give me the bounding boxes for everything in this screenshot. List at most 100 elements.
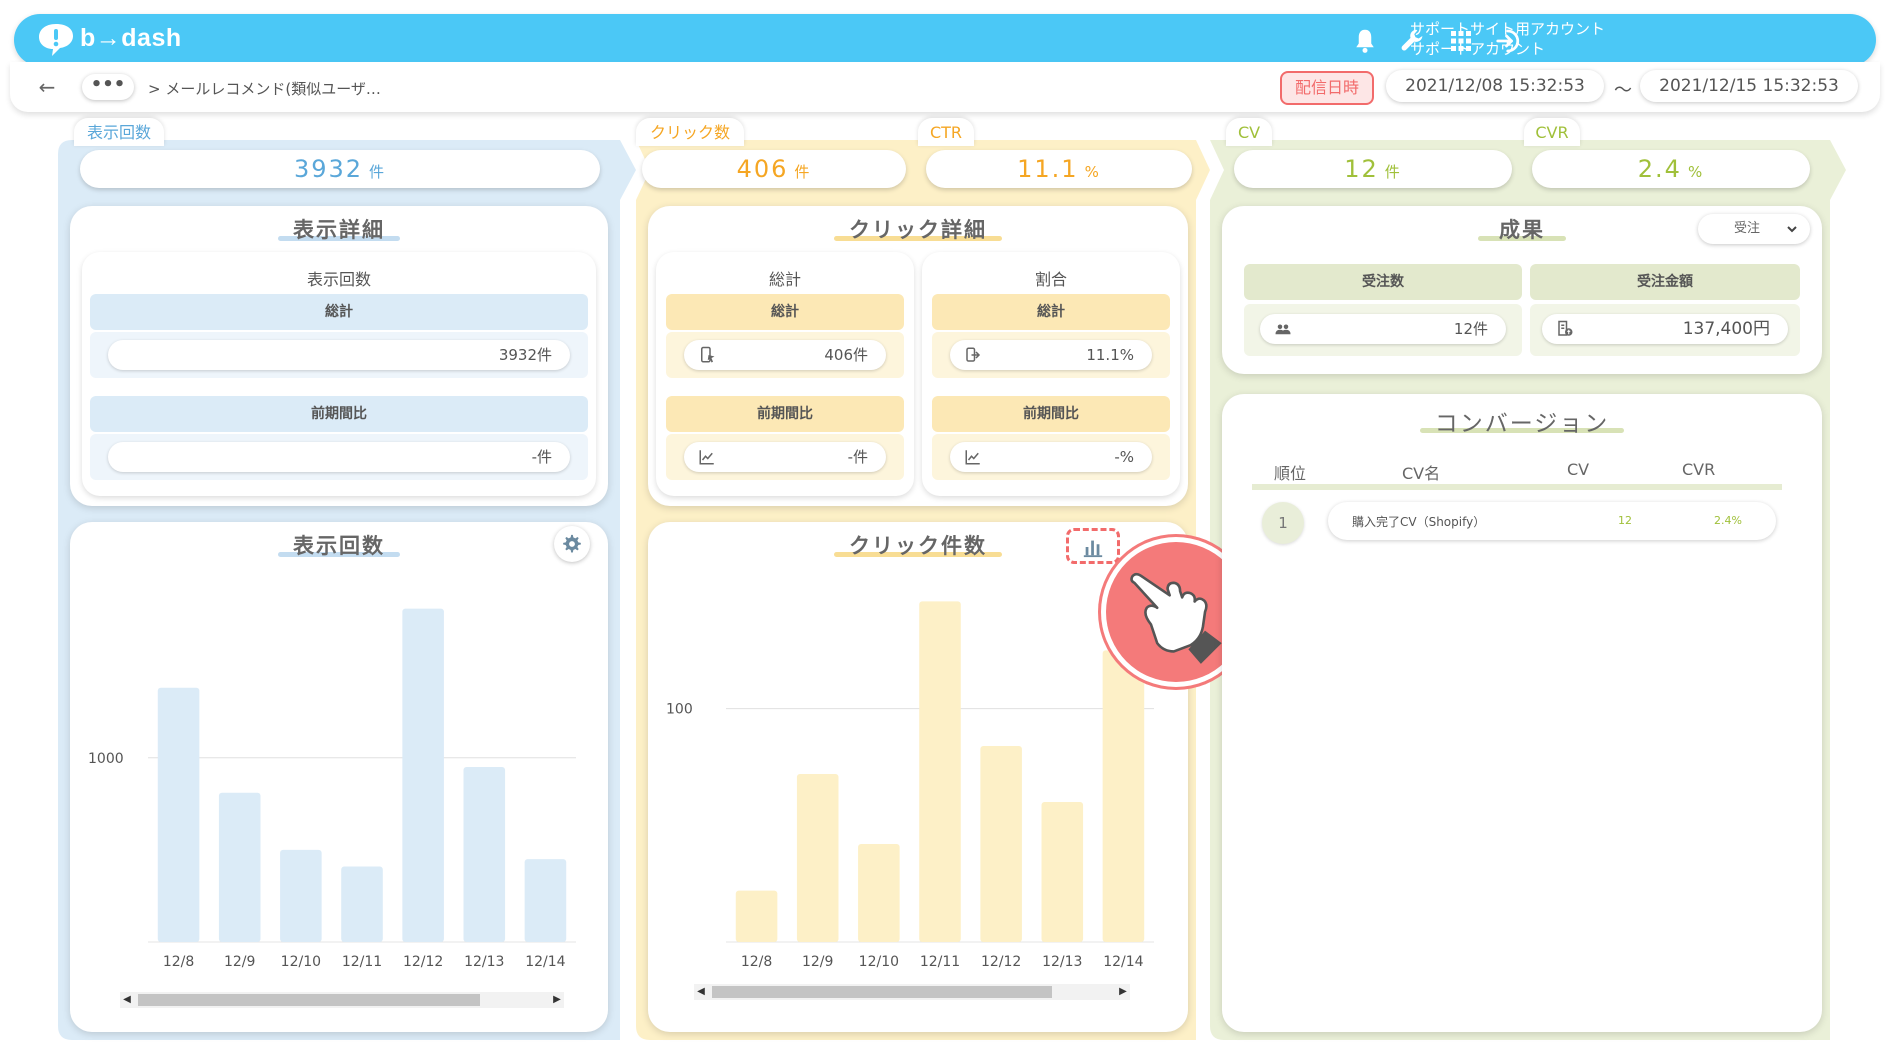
- prev-period-band: 前期間比: [932, 396, 1170, 432]
- total-value-row: 406件: [666, 332, 904, 378]
- chart-bar: [402, 608, 444, 942]
- col-header-rank: 順位: [1274, 464, 1307, 483]
- conversion-title: コンバージョン: [1434, 411, 1610, 437]
- table-row[interactable]: 購入完了CV（Shopify） 12 2.4%: [1328, 502, 1776, 540]
- chart-horizontal-scrollbar[interactable]: ◀ ▶: [120, 992, 564, 1008]
- results-type-dropdown[interactable]: 受注: [1698, 214, 1810, 244]
- orders-text: 12件: [1453, 320, 1488, 338]
- section-heading: 表示回数: [306, 270, 371, 289]
- orders-row: 12件: [1244, 304, 1522, 356]
- chart-bar: [858, 844, 900, 942]
- impression-chart-title: 表示回数: [293, 534, 385, 558]
- x-tick-label: 12/14: [1103, 954, 1143, 970]
- prev-period-row: -件: [666, 434, 904, 480]
- impression-chart-card: 表示回数 1000 12/8 12/9 12/10 12/11 12/12 12/13 12/…: [70, 522, 608, 1032]
- mobile-click-icon: [701, 346, 715, 363]
- ctr-kpi: 11.1%: [926, 150, 1192, 188]
- total-band: 総計: [932, 294, 1170, 330]
- cvr-tab-label: CVR: [1524, 118, 1580, 146]
- x-tick-label: 12/10: [281, 954, 321, 970]
- impression-detail-card: 表示詳細 表示回数 総計 3932件 前期間比 -件: [70, 206, 608, 506]
- clicks-value: 406: [736, 155, 789, 183]
- results-card: 成果 受注 受注数 12件 受注金額 137,400円: [1222, 206, 1822, 374]
- scroll-right-arrow[interactable]: ▶: [550, 992, 564, 1008]
- prev-period-band: 前期間比: [666, 396, 904, 432]
- chart-bar: [1102, 650, 1145, 942]
- prev-period-band: 前期間比: [90, 396, 588, 432]
- pointing-hand-icon: [1130, 572, 1222, 664]
- chart-bar: [735, 890, 778, 942]
- x-tick-label: 12/12: [981, 954, 1021, 970]
- table-header-divider: [1252, 484, 1782, 490]
- chart-bar: [919, 601, 961, 942]
- chart-bar: [218, 792, 261, 942]
- impression-count-section: 表示回数 総計 3932件 前期間比 -件: [82, 252, 596, 496]
- section-heading: 割合: [1034, 270, 1067, 289]
- cvr-cell: 2.4%: [1714, 514, 1742, 527]
- chart-type-toggle-button[interactable]: [1066, 528, 1120, 564]
- scroll-right-arrow[interactable]: ▶: [1116, 984, 1130, 1000]
- prev-period-row: -件: [90, 434, 588, 480]
- cv-value: 12: [1344, 155, 1379, 183]
- amount-band: 受注金額: [1530, 264, 1800, 300]
- click-bar-chart: 100 12/8 12/9 12/10 12/11 12/12 12/13 12/14: [666, 601, 1154, 970]
- y-tick-label: 100: [666, 702, 693, 718]
- scroll-left-arrow[interactable]: ◀: [694, 984, 708, 1000]
- click-detail-title: クリック詳細: [849, 218, 987, 242]
- x-tick-label: 12/8: [163, 954, 194, 970]
- chart-horizontal-scrollbar[interactable]: ◀ ▶: [694, 984, 1130, 1000]
- amount-text: 137,400円: [1682, 319, 1770, 339]
- y-tick-label: 1000: [88, 751, 124, 767]
- chart-settings-button[interactable]: [554, 526, 590, 562]
- x-tick-label: 12/12: [403, 954, 443, 970]
- x-tick-label: 12/11: [920, 954, 960, 970]
- col-header-cvr: CVR: [1682, 460, 1716, 479]
- scroll-thumb[interactable]: [712, 986, 1052, 998]
- impressions-unit: 件: [369, 163, 387, 181]
- rank-badge: 1: [1262, 502, 1304, 544]
- x-tick-label: 12/8: [741, 954, 772, 970]
- impression-bar-chart: 1000 12/8 12/9 12/10 12/11 12/12 12/13 12/14: [88, 608, 576, 970]
- impressions-value: 3932: [293, 155, 364, 183]
- click-prev-value: -件: [684, 442, 886, 472]
- total-value-row: 11.1%: [932, 332, 1170, 378]
- col-header-cv: CV: [1567, 460, 1590, 479]
- ctr-total-value: 11.1%: [950, 340, 1152, 370]
- scroll-thumb[interactable]: [138, 994, 480, 1006]
- ctr-tab-label: CTR: [918, 118, 974, 146]
- click-total-value: 406件: [684, 340, 886, 370]
- x-tick-label: 12/13: [1042, 954, 1082, 970]
- click-rate-section: 割合 総計 11.1% 前期間比 -%: [922, 252, 1180, 496]
- impression-detail-title: 表示詳細: [293, 218, 385, 242]
- ctr-total-text: 11.1%: [1086, 346, 1134, 364]
- scroll-left-arrow[interactable]: ◀: [120, 992, 134, 1008]
- chart-bar: [1041, 802, 1084, 942]
- ctr-prev-value: -%: [950, 442, 1152, 472]
- ctr-unit: %: [1084, 163, 1101, 181]
- invoice-icon: [1558, 320, 1573, 336]
- chart-bar: [524, 859, 567, 942]
- amount-value: 137,400円: [1542, 314, 1788, 344]
- cvr-unit: %: [1687, 163, 1705, 181]
- gear-icon: [563, 534, 581, 553]
- clicks-kpi: 406 件: [642, 150, 906, 188]
- section-heading: 総計: [768, 270, 801, 289]
- x-tick-label: 12/13: [464, 954, 504, 970]
- cv-name-cell: 購入完了CV（Shopify）: [1352, 515, 1486, 529]
- chart-bar: [157, 687, 200, 942]
- cvr-value: 2.4: [1637, 155, 1682, 183]
- clicks-tab-label: クリック数: [636, 118, 744, 146]
- conversion-card: コンバージョン 順位 CV名 CV CVR 1 購入完了CV（Shopify） …: [1222, 394, 1822, 1032]
- prev-period-row: -%: [932, 434, 1170, 480]
- total-value: 3932件: [108, 340, 570, 370]
- trend-chart-icon: [965, 450, 980, 465]
- prev-period-value: -件: [108, 442, 570, 472]
- cv-unit: 件: [1384, 163, 1402, 181]
- chart-bar: [463, 767, 506, 942]
- cv-tab-label: CV: [1226, 118, 1272, 146]
- ctr-prev-text: -%: [1114, 448, 1134, 466]
- col-header-cv-name: CV名: [1402, 464, 1441, 483]
- x-tick-label: 12/9: [224, 954, 255, 970]
- total-band: 総計: [90, 294, 588, 330]
- chart-bar: [980, 746, 1022, 942]
